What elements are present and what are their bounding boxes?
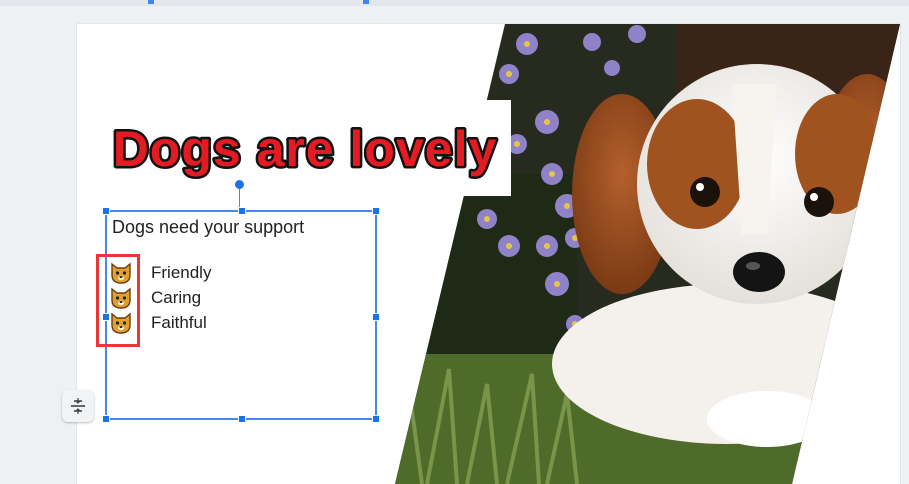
bullet-label: Caring: [151, 287, 202, 307]
title-box[interactable]: Dogs are lovely: [99, 100, 511, 196]
resize-handle-bottom-right[interactable]: [372, 415, 380, 423]
align-icon: [71, 398, 85, 414]
toolbar-marker: [148, 0, 154, 4]
resize-handle-right[interactable]: [372, 313, 380, 321]
slide-canvas[interactable]: Dogs are lovely Dogs need your support F…: [77, 24, 900, 484]
slide-title-text: Dogs are lovely: [113, 121, 498, 177]
textbox-heading: Dogs need your support: [112, 217, 305, 237]
resize-handle-top[interactable]: [238, 207, 246, 215]
slide-title: Dogs are lovely: [110, 119, 499, 180]
side-panel-button[interactable]: [62, 390, 94, 422]
resize-handle-bottom[interactable]: [238, 415, 246, 423]
rotate-handle-line: [239, 187, 240, 209]
rotate-handle[interactable]: [235, 180, 244, 189]
toolbar-marker: [363, 0, 369, 4]
resize-handle-top-left[interactable]: [102, 207, 110, 215]
bullet-label: Faithful: [151, 312, 207, 332]
bullet-label: Friendly: [151, 262, 212, 282]
resize-handle-top-right[interactable]: [372, 207, 380, 215]
resize-handle-bottom-left[interactable]: [102, 415, 110, 423]
top-toolbar-edge: [0, 0, 909, 6]
annotation-highlight-box: [96, 254, 140, 347]
